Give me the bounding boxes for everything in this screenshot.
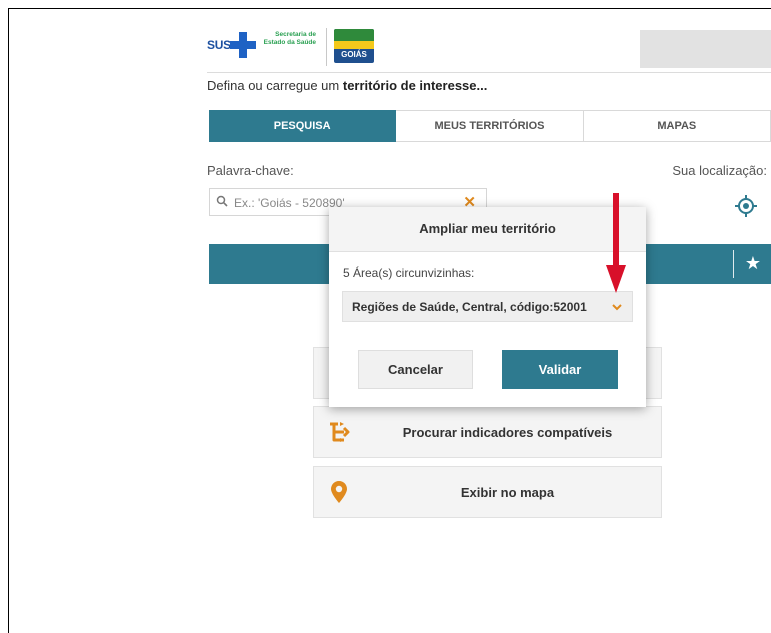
chevron-down-icon — [612, 304, 622, 311]
locate-me-icon[interactable] — [733, 193, 759, 219]
region-select[interactable]: Regiões de Saúde, Central, código:52001 — [342, 291, 633, 322]
validate-button[interactable]: Validar — [502, 350, 618, 389]
secretaria-logo-text: Secretaria de Estado da Saúde — [263, 31, 316, 46]
show-map-button[interactable]: Exibir no mapa — [313, 466, 662, 518]
tab-pesquisa[interactable]: PESQUISA — [209, 110, 397, 142]
find-indicators-label: Procurar indicadores compatíveis — [402, 425, 613, 440]
star-icon[interactable]: ★ — [745, 253, 761, 274]
tab-meus-territorios[interactable]: MEUS TERRITÓRIOS — [396, 110, 584, 142]
search-icon — [216, 195, 228, 207]
header-divider — [207, 72, 771, 73]
neighbor-count-text: 5 Área(s) circunvizinhas: — [343, 266, 475, 280]
location-label: Sua localização: — [672, 163, 767, 178]
keyword-label: Palavra-chave: — [207, 163, 294, 178]
bar-separator — [733, 250, 734, 278]
cancel-button[interactable]: Cancelar — [358, 350, 473, 389]
find-indicators-button[interactable]: Procurar indicadores compatíveis — [313, 406, 662, 458]
annotation-arrow-icon — [606, 193, 626, 293]
modal-header: Ampliar meu território — [329, 207, 646, 252]
tab-bar: PESQUISA MEUS TERRITÓRIOS MAPAS — [209, 110, 771, 142]
modal-title: Ampliar meu território — [419, 221, 556, 236]
health-cross-icon — [228, 30, 258, 60]
intro-text: Defina ou carregue um território de inte… — [207, 78, 487, 93]
tab-mapas[interactable]: MAPAS — [583, 110, 771, 142]
header-banner — [640, 30, 771, 68]
goias-logo-text: GOIÁS — [341, 50, 367, 59]
expand-territory-modal: Ampliar meu território 5 Área(s) circunv… — [329, 207, 646, 407]
goias-logo: GOIÁS — [334, 29, 374, 63]
intro-prefix: Defina ou carregue um — [207, 78, 343, 93]
region-select-value: Regiões de Saúde, Central, código:52001 — [352, 300, 587, 314]
intro-bold: território de interesse... — [342, 78, 488, 93]
show-map-label: Exibir no mapa — [460, 485, 555, 500]
logo-divider — [326, 28, 327, 66]
